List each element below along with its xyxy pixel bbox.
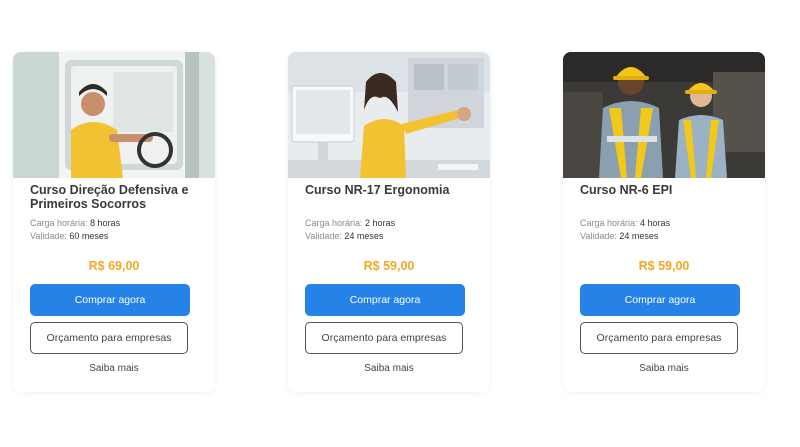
company-quote-button[interactable]: Orçamento para empresas [30,322,188,354]
course-validity: Validade: 60 meses [30,231,205,242]
course-price: R$ 59,00 [638,259,690,273]
safety-workers-image[interactable] [563,52,765,178]
workload-value: 2 horas [365,218,396,228]
learn-more-link[interactable]: Saiba mais [13,363,215,374]
validity-label: Validade: [580,231,617,241]
company-quote-button[interactable]: Orçamento para empresas [580,322,738,354]
workload-value: 4 horas [640,218,671,228]
company-quote-button[interactable]: Orçamento para empresas [305,322,463,354]
workload-label: Carga horária: [305,218,363,228]
course-card-nr17-ergonomics: Curso NR-17 Ergonomia Carga horária: 2 h… [288,52,490,392]
course-title: Curso NR-6 EPI [580,183,673,197]
validity-value: 24 meses [344,231,384,241]
course-title: Curso NR-17 Ergonomia [305,183,450,197]
validity-label: Validade: [305,231,342,241]
buy-now-button[interactable]: Comprar agora [30,284,190,316]
validity-value: 60 meses [69,231,109,241]
learn-more-link[interactable]: Saiba mais [563,363,765,374]
course-validity: Validade: 24 meses [305,231,480,242]
course-price: R$ 59,00 [363,259,415,273]
course-workload: Carga horária: 2 horas [305,218,480,229]
validity-label: Validade: [30,231,67,241]
buy-now-button[interactable]: Comprar agora [305,284,465,316]
truck-driver-image[interactable] [13,52,215,178]
validity-value: 24 meses [619,231,659,241]
course-title: Curso Direção Defensiva e Primeiros Soco… [30,183,189,211]
workload-label: Carga horária: [30,218,88,228]
course-price: R$ 69,00 [88,259,140,273]
course-validity: Validade: 24 meses [580,231,755,242]
buy-now-button[interactable]: Comprar agora [580,284,740,316]
course-workload: Carga horária: 4 horas [580,218,755,229]
course-workload: Carga horária: 8 horas [30,218,205,229]
workload-label: Carga horária: [580,218,638,228]
office-stretch-image[interactable] [288,52,490,178]
course-card-defensive-driving: Curso Direção Defensiva e Primeiros Soco… [13,52,215,392]
course-card-nr6-epi: Curso NR-6 EPI Carga horária: 4 horas Va… [563,52,765,392]
learn-more-link[interactable]: Saiba mais [288,363,490,374]
workload-value: 8 horas [90,218,121,228]
